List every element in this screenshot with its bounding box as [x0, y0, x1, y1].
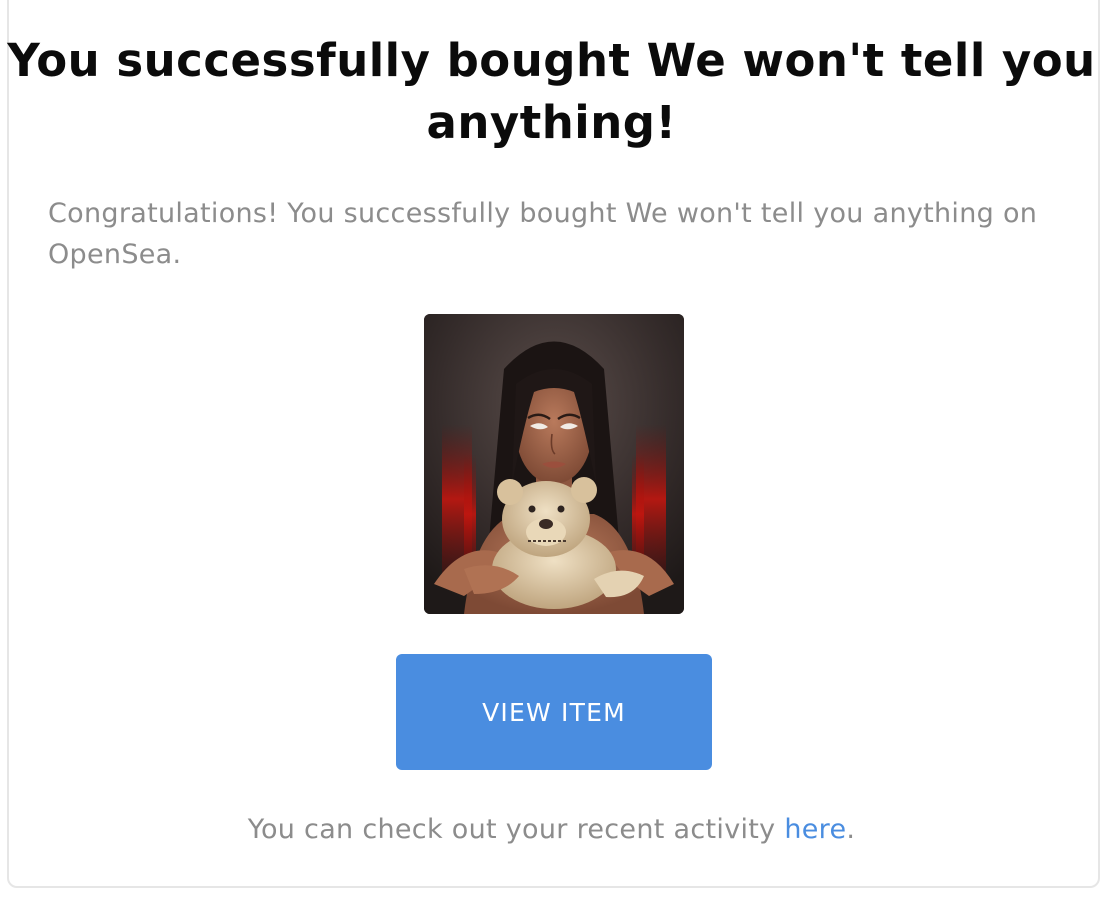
nft-image[interactable] — [424, 314, 684, 614]
congratulations-message: Congratulations! You successfully bought… — [48, 198, 1038, 270]
page-title: You successfully bought We won't tell yo… — [7, 34, 1096, 149]
footer-suffix: . — [846, 814, 856, 845]
nft-illustration — [424, 314, 684, 614]
recent-activity-link[interactable]: here — [784, 814, 846, 845]
view-item-button[interactable]: VIEW ITEM — [396, 654, 712, 770]
footer-prefix: You can check out your recent activity — [247, 814, 785, 845]
recent-activity-text: You can check out your recent activity h… — [0, 810, 1103, 850]
